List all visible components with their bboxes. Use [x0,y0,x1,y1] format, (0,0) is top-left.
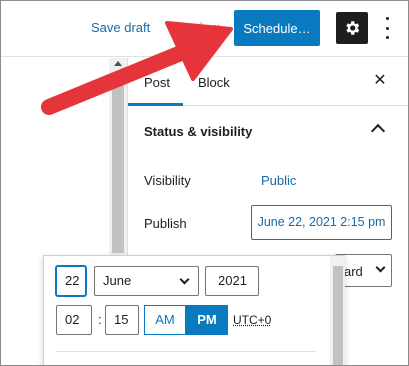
publish-label: Publish [144,216,187,231]
pm-button[interactable]: PM [186,305,228,335]
chevron-up-icon[interactable] [370,123,386,139]
popover-scrollbar-thumb[interactable] [333,266,343,365]
chevron-down-icon [375,262,386,273]
hour-input[interactable]: 02 [56,305,92,335]
close-icon[interactable]: ✕ [372,73,388,89]
options-kebab-icon[interactable] [383,17,391,39]
sidebar-tabs: Post Block ✕ [128,58,408,106]
month-select-value: June [103,273,132,288]
scroll-up-arrow-icon[interactable] [114,61,122,66]
editor-scrollbar-thumb[interactable] [112,73,124,253]
minute-input[interactable]: 15 [105,305,139,335]
save-draft-button[interactable]: Save draft [91,20,150,35]
active-tab-indicator [128,103,183,106]
editor-header: Save draft Preview Schedule… [1,1,408,57]
divider [56,351,316,352]
panel-title[interactable]: Status & visibility [144,124,252,139]
time-separator: : [98,312,102,327]
tab-block[interactable]: Block [198,75,230,90]
preview-button[interactable]: Preview [173,20,219,35]
month-select[interactable]: June [94,266,199,296]
gear-icon [346,21,360,35]
visibility-toggle[interactable]: Public [261,173,296,188]
settings-button[interactable] [336,12,368,44]
app-frame: Save draft Preview Schedule… Post Block … [0,0,409,366]
visibility-label: Visibility [144,173,191,188]
tab-post[interactable]: Post [144,75,170,90]
publish-date-button[interactable]: June 22, 2021 2:15 pm [251,205,392,240]
schedule-button[interactable]: Schedule… [234,10,320,46]
chevron-down-icon [179,274,190,285]
am-button[interactable]: AM [144,305,186,335]
year-input[interactable]: 2021 [205,266,259,296]
template-select-value: ard [344,264,363,279]
timezone-label[interactable]: UTC+0 [233,313,271,327]
day-input[interactable]: 22 [56,266,86,296]
date-time-picker-popover: 22 June 2021 02 : 15 AM PM UTC+0 [43,255,345,365]
